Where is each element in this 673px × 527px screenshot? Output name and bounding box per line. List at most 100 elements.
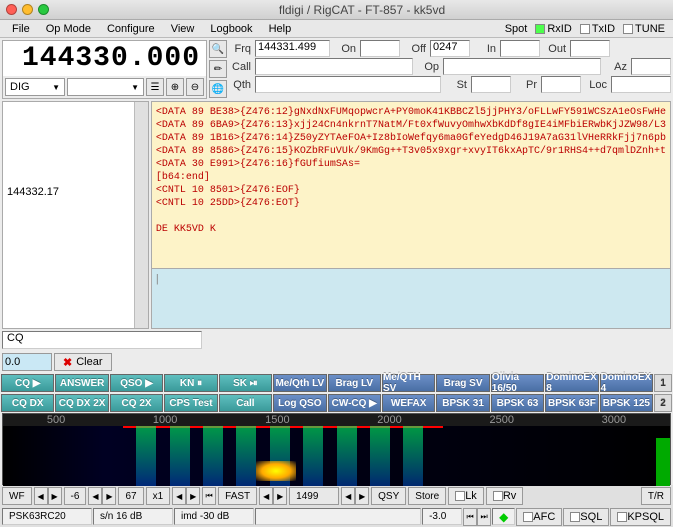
- squelch-meter[interactable]: [656, 438, 670, 486]
- rxid-toggle[interactable]: RxID: [531, 23, 575, 35]
- loc-input[interactable]: [611, 76, 671, 93]
- macro-bank-1[interactable]: 1: [654, 374, 672, 392]
- macro-brag-lv[interactable]: Brag LV: [328, 374, 381, 392]
- macro-bpsk-125[interactable]: BPSK 125: [600, 394, 653, 412]
- store-button[interactable]: Store: [408, 487, 446, 505]
- right-arrow-icon[interactable]: ▶: [186, 487, 200, 505]
- brush-icon[interactable]: ✏: [209, 60, 227, 78]
- off-input[interactable]: 0247: [430, 40, 470, 57]
- macro-me-qth-sv[interactable]: Me/QTH SV: [382, 374, 435, 392]
- macro-me-qth-lv[interactable]: Me/Qth LV: [273, 374, 326, 392]
- status-mode[interactable]: PSK63RC20: [2, 508, 92, 525]
- left-arrow-icon[interactable]: ◀: [341, 487, 355, 505]
- macro-answer[interactable]: ANSWER: [55, 374, 108, 392]
- st-input[interactable]: [471, 76, 511, 93]
- cq-input[interactable]: CQ: [2, 331, 202, 349]
- close-window[interactable]: [6, 4, 17, 15]
- sql-toggle[interactable]: SQL: [563, 508, 609, 526]
- in-input[interactable]: [500, 40, 540, 57]
- macro-kn-[interactable]: KN ⏸: [164, 374, 217, 392]
- diamond-icon[interactable]: ◆: [492, 508, 515, 525]
- macro-wefax[interactable]: WEFAX: [382, 394, 435, 412]
- mode-combo[interactable]: DIG▼: [5, 78, 65, 96]
- macro-bank-2[interactable]: 2: [654, 394, 672, 412]
- skip-left-icon[interactable]: ⏮: [463, 508, 477, 526]
- left-arrow-icon[interactable]: ◀: [34, 487, 48, 505]
- waterfall[interactable]: 50010001500200025003000: [2, 413, 671, 485]
- macro-cw-cq-[interactable]: CW-CQ ▶: [328, 394, 381, 412]
- bandwidth-combo[interactable]: ▼: [67, 78, 144, 96]
- menu-logbook[interactable]: Logbook: [202, 21, 260, 37]
- macro-bpsk-31[interactable]: BPSK 31: [436, 394, 489, 412]
- macro-olivia-16-50[interactable]: Olivia 16/50: [491, 374, 544, 392]
- wf-button[interactable]: WF: [2, 487, 32, 505]
- transmit-text[interactable]: |: [152, 268, 670, 328]
- txid-checkbox[interactable]: [580, 24, 590, 34]
- search-icon[interactable]: 🔍: [209, 40, 227, 58]
- call-input[interactable]: [255, 58, 413, 75]
- menu-help[interactable]: Help: [261, 21, 300, 37]
- macro-log-qso[interactable]: Log QSO: [273, 394, 326, 412]
- skip-left-icon[interactable]: ⏮: [202, 487, 216, 505]
- rxid-checkbox[interactable]: [535, 24, 545, 34]
- clear-button[interactable]: ✖Clear: [54, 353, 112, 371]
- scrollbar[interactable]: [134, 102, 148, 328]
- tune-toggle[interactable]: TUNE: [619, 23, 669, 35]
- menu-file[interactable]: File: [4, 21, 38, 37]
- macro-dominoex-8[interactable]: DominoEX 8: [545, 374, 598, 392]
- globe-icon[interactable]: 🌐: [209, 80, 227, 98]
- add-icon[interactable]: ⊕: [166, 78, 184, 96]
- tune-checkbox[interactable]: [623, 24, 633, 34]
- qsy-button[interactable]: QSY: [371, 487, 406, 505]
- tr-button[interactable]: T/R: [641, 487, 671, 505]
- afc-toggle[interactable]: AFC: [516, 508, 562, 526]
- db-range[interactable]: 67: [118, 487, 143, 505]
- db-low[interactable]: -6: [64, 487, 87, 505]
- macro-brag-sv[interactable]: Brag SV: [436, 374, 489, 392]
- left-arrow-icon[interactable]: ◀: [172, 487, 186, 505]
- right-arrow-icon[interactable]: ▶: [48, 487, 62, 505]
- out-input[interactable]: [570, 40, 610, 57]
- macro-bpsk-63f[interactable]: BPSK 63F: [545, 394, 598, 412]
- macro-dominoex-4[interactable]: DominoEX 4: [600, 374, 653, 392]
- macro-cps-test[interactable]: CPS Test: [164, 394, 217, 412]
- macro-cq-dx[interactable]: CQ DX: [1, 394, 54, 412]
- macro-call[interactable]: Call: [219, 394, 272, 412]
- kpsql-toggle[interactable]: KPSQL: [610, 508, 671, 526]
- frequency-display[interactable]: 144330.000: [3, 41, 206, 76]
- macro-cq-2x[interactable]: CQ 2X: [110, 394, 163, 412]
- macro-cq-[interactable]: CQ ▶: [1, 374, 54, 392]
- zoom-button[interactable]: x1: [146, 487, 171, 505]
- spinner-input[interactable]: 0.0: [2, 353, 52, 371]
- right-arrow-icon[interactable]: ▶: [273, 487, 287, 505]
- pr-input[interactable]: [541, 76, 581, 93]
- op-input[interactable]: [443, 58, 601, 75]
- macro-bpsk-63[interactable]: BPSK 63: [491, 394, 544, 412]
- menu-opmode[interactable]: Op Mode: [38, 21, 99, 37]
- txid-toggle[interactable]: TxID: [576, 23, 619, 35]
- skip-right-icon[interactable]: ⏭: [477, 508, 491, 526]
- remove-icon[interactable]: ⊖: [186, 78, 204, 96]
- speed-button[interactable]: FAST: [218, 487, 257, 505]
- menu-configure[interactable]: Configure: [99, 21, 163, 37]
- rv-toggle[interactable]: Rv: [486, 487, 523, 505]
- spot-toggle[interactable]: Spot: [501, 23, 532, 35]
- macro-cq-dx-2x[interactable]: CQ DX 2X: [55, 394, 108, 412]
- list-icon[interactable]: ☰: [146, 78, 164, 96]
- left-arrow-icon[interactable]: ◀: [259, 487, 273, 505]
- on-input[interactable]: [360, 40, 400, 57]
- lk-toggle[interactable]: Lk: [448, 487, 484, 505]
- left-arrow-icon[interactable]: ◀: [88, 487, 102, 505]
- macro-qso-[interactable]: QSO ▶: [110, 374, 163, 392]
- channel-list[interactable]: 144332.17: [2, 101, 149, 329]
- minimize-window[interactable]: [22, 4, 33, 15]
- right-arrow-icon[interactable]: ▶: [355, 487, 369, 505]
- right-arrow-icon[interactable]: ▶: [102, 487, 116, 505]
- qth-input[interactable]: [255, 76, 441, 93]
- receive-text[interactable]: <DATA 89 BE38>{Z476:12}gNxdNxFUMqopwcrA+…: [152, 102, 670, 268]
- az-input[interactable]: [631, 58, 671, 75]
- menu-view[interactable]: View: [163, 21, 203, 37]
- macro-sk-[interactable]: SK ⏯: [219, 374, 272, 392]
- zoom-window[interactable]: [38, 4, 49, 15]
- wf-freq[interactable]: 1499: [289, 487, 339, 505]
